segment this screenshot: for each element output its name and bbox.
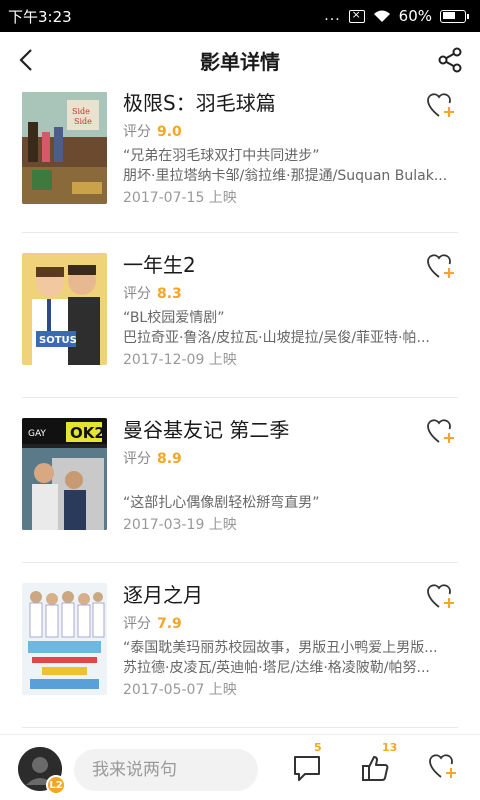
movie-rating: 评分 7.9: [123, 614, 458, 634]
comment-button[interactable]: 5: [292, 741, 324, 785]
svg-text:Side: Side: [72, 107, 90, 116]
movie-release-date: 2017-03-19 上映: [123, 517, 237, 533]
rating-score: 8.9: [157, 451, 182, 467]
movie-rating: 评分 9.0: [123, 122, 458, 142]
movie-info: 曼谷基友记 第二季 评分 8.9 “这部扎心偶像剧轻松掰弯直男” 2017-03-…: [123, 417, 458, 535]
movie-item[interactable]: 逐月之月 评分 7.9 “泰国耽美玛丽苏校园故事，男版丑小鸭爱上男版... 苏拉德…: [22, 563, 458, 728]
comment-count-badge: 5: [314, 741, 322, 754]
movie-list: Side Side 极限S：羽毛球篇 评分 9.0 “兄弟在羽毛球双打中共同进步”…: [22, 88, 458, 728]
movie-quote: “泰国耽美玛丽苏校园故事，男版丑小鸭爱上男版...: [123, 640, 438, 656]
back-arrow-icon: [19, 49, 32, 71]
share-button[interactable]: [436, 46, 464, 74]
status-time: 下午3:23: [8, 7, 72, 26]
movie-info: 极限S：羽毛球篇 评分 9.0 “兄弟在羽毛球双打中共同进步” 朋坏·里拉塔纳卡邹…: [123, 90, 458, 208]
app-header: 影单详情: [0, 32, 480, 88]
comment-icon: [294, 756, 320, 781]
level-badge: L2: [46, 775, 66, 795]
rating-score: 8.3: [157, 286, 182, 302]
movie-item[interactable]: SOTUS 一年生2 评分 8.3 “BL校园爱情剧” 巴拉奇亚·鲁洛/皮拉瓦·山…: [22, 233, 458, 398]
status-icons: ... 60%: [324, 7, 469, 25]
rating-score: 9.0: [157, 124, 182, 140]
avatar[interactable]: L2: [18, 747, 66, 795]
svg-text:Side: Side: [74, 117, 92, 126]
movie-poster[interactable]: GAY OK2: [22, 418, 107, 530]
heart-plus-icon: [427, 419, 454, 443]
svg-text:SOTUS: SOTUS: [39, 335, 77, 346]
movie-release-date: 2017-05-07 上映: [123, 682, 237, 698]
rating-label: 评分: [123, 124, 151, 140]
like-count-badge: 13: [382, 741, 398, 754]
movie-cast: 苏拉德·皮凌瓦/英迪帕·塔尼/达维·格凌陂勒/帕努...: [123, 660, 430, 676]
movie-poster[interactable]: SOTUS: [22, 253, 107, 365]
add-favorite-button[interactable]: [426, 92, 456, 120]
bottom-action-bar: L2 5 13: [0, 734, 480, 800]
movie-rating: 评分 8.3: [123, 284, 458, 304]
movie-title[interactable]: 逐月之月: [123, 582, 458, 608]
movie-info: 逐月之月 评分 7.9 “泰国耽美玛丽苏校园故事，男版丑小鸭爱上男版... 苏拉德…: [123, 582, 458, 700]
rating-label: 评分: [123, 451, 151, 467]
wifi-icon: [373, 10, 390, 22]
status-bar: 下午3:23 ... 60%: [0, 0, 480, 32]
battery-icon: [440, 9, 469, 23]
movie-quote: “BL校园爱情剧”: [123, 310, 225, 326]
movie-item[interactable]: Side Side 极限S：羽毛球篇 评分 9.0 “兄弟在羽毛球双打中共同进步”…: [22, 88, 458, 233]
movie-release-date: 2017-12-09 上映: [123, 352, 237, 368]
heart-plus-icon: [429, 754, 456, 778]
movie-title[interactable]: 极限S：羽毛球篇: [123, 90, 458, 116]
rating-label: 评分: [123, 286, 151, 302]
svg-text:OK2: OK2: [70, 424, 105, 442]
sim-icon: [348, 8, 365, 23]
movie-rating: 评分 8.9: [123, 449, 458, 469]
movie-info: 一年生2 评分 8.3 “BL校园爱情剧” 巴拉奇亚·鲁洛/皮拉瓦·山坡提拉/吴俊…: [123, 252, 458, 370]
movie-cast: 巴拉奇亚·鲁洛/皮拉瓦·山坡提拉/吴俊/菲亚特·帕...: [123, 330, 430, 346]
comment-input[interactable]: [74, 749, 258, 791]
add-favorite-button[interactable]: [426, 583, 456, 611]
page-title: 影单详情: [200, 49, 280, 74]
movie-quote: “这部扎心偶像剧轻松掰弯直男”: [123, 495, 320, 511]
heart-plus-icon: [427, 254, 454, 278]
movie-poster[interactable]: Side Side: [22, 92, 107, 204]
thumbs-up-icon: [362, 756, 389, 781]
like-button[interactable]: 13: [360, 741, 397, 785]
movie-quote: “兄弟在羽毛球双打中共同进步”: [123, 148, 320, 164]
more-dots: ...: [324, 8, 341, 24]
movie-item[interactable]: GAY OK2 曼谷基友记 第二季 评分 8.9 “这部扎心偶像剧轻松掰弯直男” …: [22, 398, 458, 563]
svg-text:GAY: GAY: [28, 429, 46, 439]
add-favorite-button[interactable]: [426, 418, 456, 446]
movie-title[interactable]: 曼谷基友记 第二季: [123, 417, 458, 443]
heart-plus-icon: [427, 584, 454, 608]
rating-label: 评分: [123, 616, 151, 632]
favorite-list-button[interactable]: [428, 753, 460, 785]
back-button[interactable]: [12, 46, 40, 74]
movie-release-date: 2017-07-15 上映: [123, 190, 237, 206]
empty-line: [123, 469, 458, 489]
movie-cast: 朋坏·里拉塔纳卡邹/翁拉维·那提通/Suquan Bulak...: [123, 168, 448, 184]
heart-plus-icon: [427, 93, 454, 117]
movie-title[interactable]: 一年生2: [123, 252, 458, 278]
rating-score: 7.9: [157, 616, 182, 632]
add-favorite-button[interactable]: [426, 253, 456, 281]
share-icon: [438, 47, 462, 73]
movie-poster[interactable]: [22, 583, 107, 695]
battery-percent: 60%: [398, 7, 432, 25]
